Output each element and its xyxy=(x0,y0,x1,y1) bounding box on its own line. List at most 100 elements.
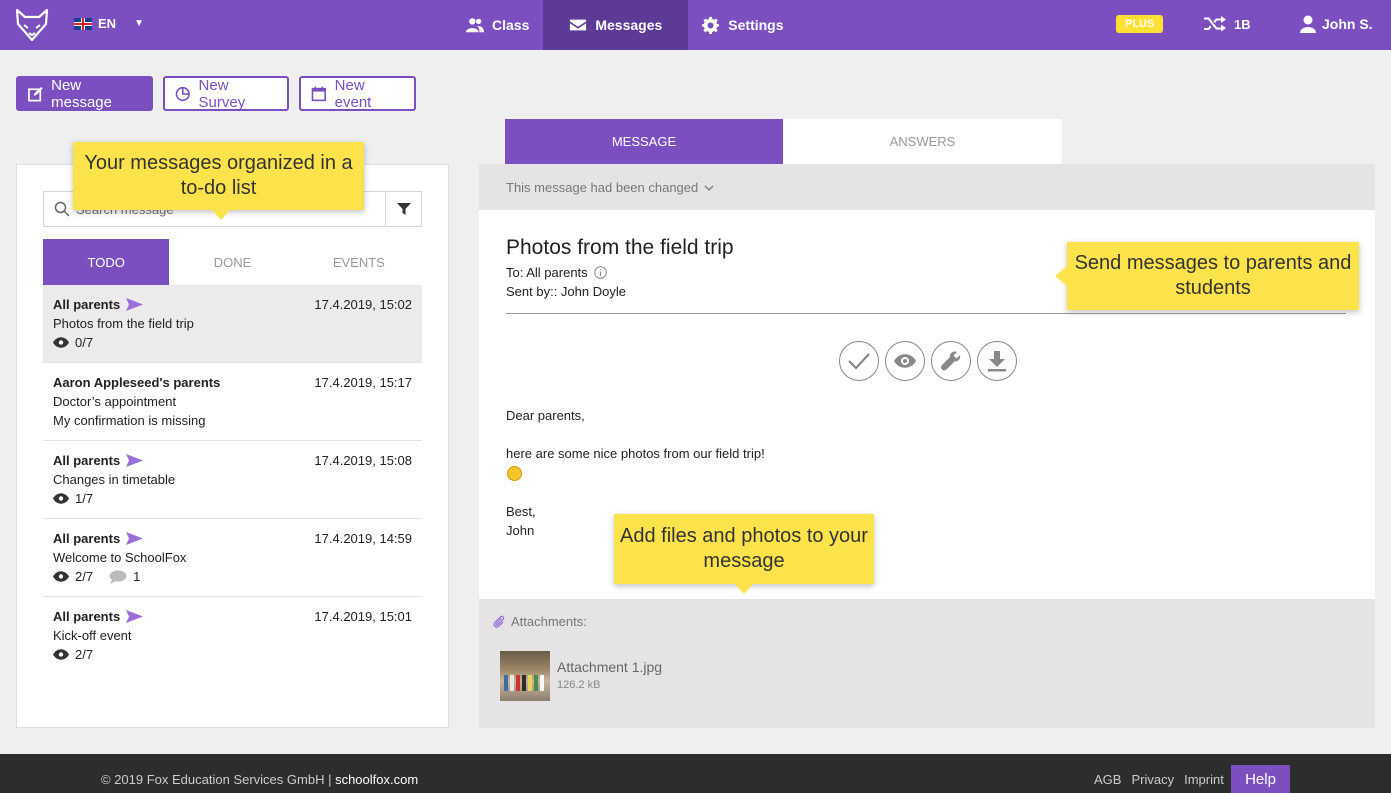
site-link[interactable]: schoolfox.com xyxy=(335,772,418,787)
chevron-down-icon xyxy=(704,185,714,191)
tab-answers[interactable]: ANSWERS xyxy=(783,119,1062,164)
detail-tabs: MESSAGE ANSWERS xyxy=(505,119,1064,164)
list-item[interactable]: All parents 17.4.2019, 15:02 Photos from… xyxy=(43,285,422,363)
attachments-label: Attachments: xyxy=(511,614,587,629)
message-subject: Doctor’s appointment xyxy=(53,394,177,409)
eye-icon xyxy=(53,571,69,582)
list-item[interactable]: All parents 17.4.2019, 15:08 Changes in … xyxy=(43,441,422,519)
top-bar: EN ▼ Class Messages Settings PLUS 1B Joh… xyxy=(0,0,1391,50)
sender-line: Sent by:: John Doyle xyxy=(506,284,626,299)
info-icon[interactable] xyxy=(593,266,607,279)
language-selector[interactable]: EN ▼ xyxy=(74,16,144,31)
funnel-icon xyxy=(396,203,411,215)
list-item[interactable]: All parents 17.4.2019, 14:59 Welcome to … xyxy=(43,519,422,597)
changed-notice[interactable]: This message had been changed xyxy=(506,180,714,195)
comment-count: 1 xyxy=(133,569,141,584)
message-subject: Photos from the field trip xyxy=(53,316,194,331)
calendar-icon xyxy=(311,86,326,101)
new-survey-button[interactable]: New Survey xyxy=(163,76,289,111)
new-event-button[interactable]: New event xyxy=(299,76,416,111)
class-name: 1B xyxy=(1234,16,1251,32)
nav-messages-label: Messages xyxy=(595,17,663,33)
message-title: Photos from the field trip xyxy=(506,236,734,259)
message-subject: Welcome to SchoolFox xyxy=(53,550,187,565)
settings-button[interactable] xyxy=(931,341,971,381)
new-event-label: New event xyxy=(334,76,372,111)
message-subject: Kick-off event xyxy=(53,628,132,643)
copyright: © 2019 Fox Education Services GmbH | sch… xyxy=(101,772,418,787)
greeting: Dear parents, xyxy=(506,408,585,423)
uk-flag-icon xyxy=(74,17,92,30)
view-count: 1/7 xyxy=(75,491,94,506)
plus-badge[interactable]: PLUS xyxy=(1116,15,1164,33)
attachment-size: 126.2 kB xyxy=(557,679,601,691)
tab-done[interactable]: DONE xyxy=(169,239,295,285)
view-count: 0/7 xyxy=(75,335,94,350)
user-name: John S. xyxy=(1322,16,1373,32)
tab-todo[interactable]: TODO xyxy=(43,239,170,285)
tab-events[interactable]: EVENTS xyxy=(296,239,422,285)
search-icon xyxy=(54,201,70,217)
message-subject: Changes in timetable xyxy=(53,472,176,487)
recipients-line: To: All parents xyxy=(506,265,607,280)
list-tabs: TODO DONE EVENTS xyxy=(43,239,422,285)
link-privacy[interactable]: Privacy xyxy=(1131,772,1174,787)
download-icon xyxy=(988,351,1006,372)
view-count: 2/7 xyxy=(75,647,94,662)
attachment-name[interactable]: Attachment 1.jpg xyxy=(557,659,662,675)
user-menu[interactable]: John S. xyxy=(1300,15,1373,33)
user-icon xyxy=(1300,15,1316,33)
copyright-text: © 2019 Fox Education Services GmbH | xyxy=(101,772,336,787)
signature: John xyxy=(506,523,535,538)
link-imprint[interactable]: Imprint xyxy=(1184,772,1224,787)
eye-icon xyxy=(53,649,69,660)
attachment-thumbnail[interactable] xyxy=(500,651,550,701)
eye-icon xyxy=(53,337,69,348)
eye-icon xyxy=(894,354,916,368)
tooltip-files: Add files and photos to your message xyxy=(614,514,874,594)
new-survey-label: New Survey xyxy=(198,76,246,111)
caret-down-icon: ▼ xyxy=(134,18,144,29)
message-list: All parents 17.4.2019, 15:02 Photos from… xyxy=(43,285,422,675)
users-icon xyxy=(466,18,484,33)
tooltip-send: Send messages to parents and students xyxy=(1055,242,1359,310)
nav-settings[interactable]: Settings xyxy=(688,0,797,50)
new-message-button[interactable]: New message xyxy=(16,76,153,111)
send-icon xyxy=(126,532,144,545)
fox-logo-icon[interactable] xyxy=(14,8,50,42)
list-item[interactable]: All parents 17.4.2019, 15:01 Kick-off ev… xyxy=(43,597,422,675)
tooltip-todo: Your messages organized in a to-do list xyxy=(73,142,364,220)
tab-message[interactable]: MESSAGE xyxy=(505,119,783,164)
eye-icon xyxy=(53,493,69,504)
body-text: here are some nice photos from our field… xyxy=(506,446,765,461)
nav-messages[interactable]: Messages xyxy=(543,0,689,50)
recipient: All parents xyxy=(53,609,121,624)
main-nav: Class Messages Settings xyxy=(452,0,798,50)
smiley-emoji-icon xyxy=(507,466,522,481)
download-button[interactable] xyxy=(977,341,1017,381)
message-date: 17.4.2019, 14:59 xyxy=(314,531,412,546)
view-status-button[interactable] xyxy=(885,341,925,381)
view-count: 2/7 xyxy=(75,569,94,584)
message-list-panel: TODO DONE EVENTS All parents 17.4.2019, … xyxy=(16,164,449,728)
wrench-icon xyxy=(941,351,961,371)
recipient: All parents xyxy=(53,453,121,468)
filter-button[interactable] xyxy=(385,192,421,226)
nav-class[interactable]: Class xyxy=(452,0,543,50)
message-date: 17.4.2019, 15:17 xyxy=(314,375,412,390)
changed-notice-text: This message had been changed xyxy=(506,180,699,195)
new-message-label: New message xyxy=(51,76,112,111)
link-agb[interactable]: AGB xyxy=(1094,772,1121,787)
class-switcher[interactable]: 1B xyxy=(1204,16,1251,32)
confirm-button[interactable] xyxy=(839,341,879,381)
recipients-text: To: All parents xyxy=(506,265,588,280)
edit-icon xyxy=(28,86,43,101)
recipient: All parents xyxy=(53,531,121,546)
list-item[interactable]: Aaron Appleseed's parents 17.4.2019, 15:… xyxy=(43,363,422,441)
help-button[interactable]: Help xyxy=(1231,765,1290,793)
paperclip-icon xyxy=(493,615,505,628)
footer: © 2019 Fox Education Services GmbH | sch… xyxy=(0,754,1391,793)
recipient: Aaron Appleseed's parents xyxy=(53,375,221,390)
message-date: 17.4.2019, 15:02 xyxy=(314,297,412,312)
footer-links: AGB Privacy Imprint xyxy=(1094,772,1224,787)
